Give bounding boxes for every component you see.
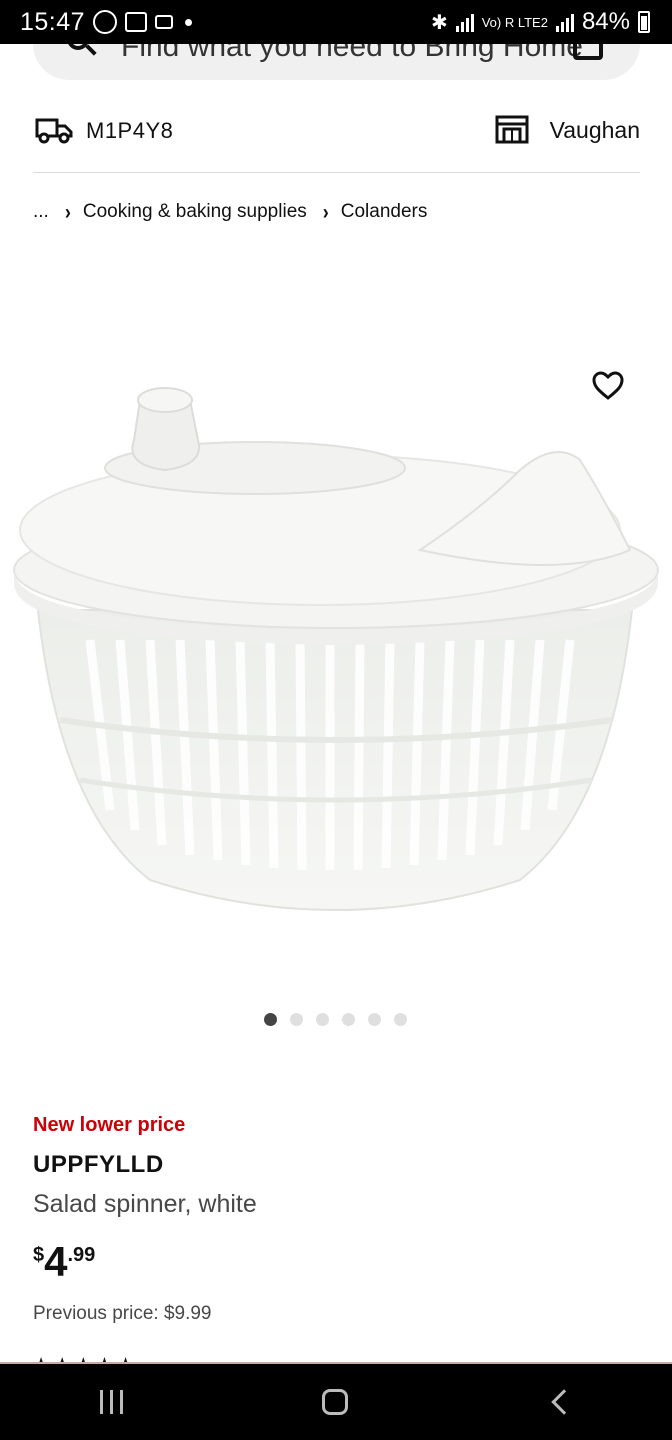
divider [33,172,640,173]
cell-signal-icon [555,12,574,32]
status-bar: 15:47 ✱ Vo) R LTE2 84% [0,0,672,44]
status-bar-left: 15:47 [20,7,193,37]
location-row: M1P4Y8 Vaughan [33,108,640,152]
data-saver-icon [93,10,118,34]
breadcrumb-ellipsis[interactable]: ... [33,201,49,223]
price-decimal: .99 [67,1244,96,1266]
wifi-signal-icon [455,12,474,32]
carousel-dot-6[interactable] [394,1013,407,1026]
breadcrumb: ... › Cooking & baking supplies › Coland… [33,199,428,224]
camera-notification-icon [155,15,174,29]
price-integer: 4 [44,1238,68,1285]
back-icon[interactable] [550,1389,577,1415]
more-notifications-icon [185,18,193,26]
delivery-truck-icon[interactable] [35,116,73,144]
breadcrumb-cooking-baking[interactable]: Cooking & baking supplies [83,201,307,223]
carousel-dot-5[interactable] [368,1013,381,1026]
status-bar-right: ✱ Vo) R LTE2 84% [431,8,650,36]
postal-code-link[interactable]: M1P4Y8 [86,118,173,144]
chevron-right-icon: › [64,199,71,224]
store-icon[interactable] [495,114,529,144]
product-description: Salad spinner, white [33,1190,257,1218]
battery-percent: 84% [581,8,630,35]
new-lower-price-badge: New lower price [33,1114,186,1136]
battery-icon [638,11,650,33]
home-icon[interactable] [321,1389,348,1415]
breadcrumb-colanders[interactable]: Colanders [341,201,428,223]
heart-icon[interactable] [592,371,624,401]
bluetooth-icon: ✱ [430,11,448,34]
price-currency: $ [33,1244,45,1266]
status-time: 15:47 [20,7,86,36]
product-name: UPPFYLLD [33,1151,164,1178]
product-price: $ 4 .99 [33,1240,95,1284]
chevron-right-icon: › [322,199,329,224]
product-image[interactable] [0,340,672,960]
carousel-dot-3[interactable] [316,1013,329,1026]
image-carousel-dots [264,1013,407,1026]
carousel-dot-4[interactable] [342,1013,355,1026]
store-name-link[interactable]: Vaughan [550,117,640,144]
recents-icon[interactable] [99,1390,123,1414]
system-nav-bar [0,1362,672,1440]
carousel-dot-2[interactable] [290,1013,303,1026]
carousel-dot-1[interactable] [264,1013,277,1026]
network-label: Vo) R LTE2 [481,14,548,30]
gallery-notification-icon [125,12,148,32]
previous-price: Previous price: $9.99 [33,1303,212,1324]
